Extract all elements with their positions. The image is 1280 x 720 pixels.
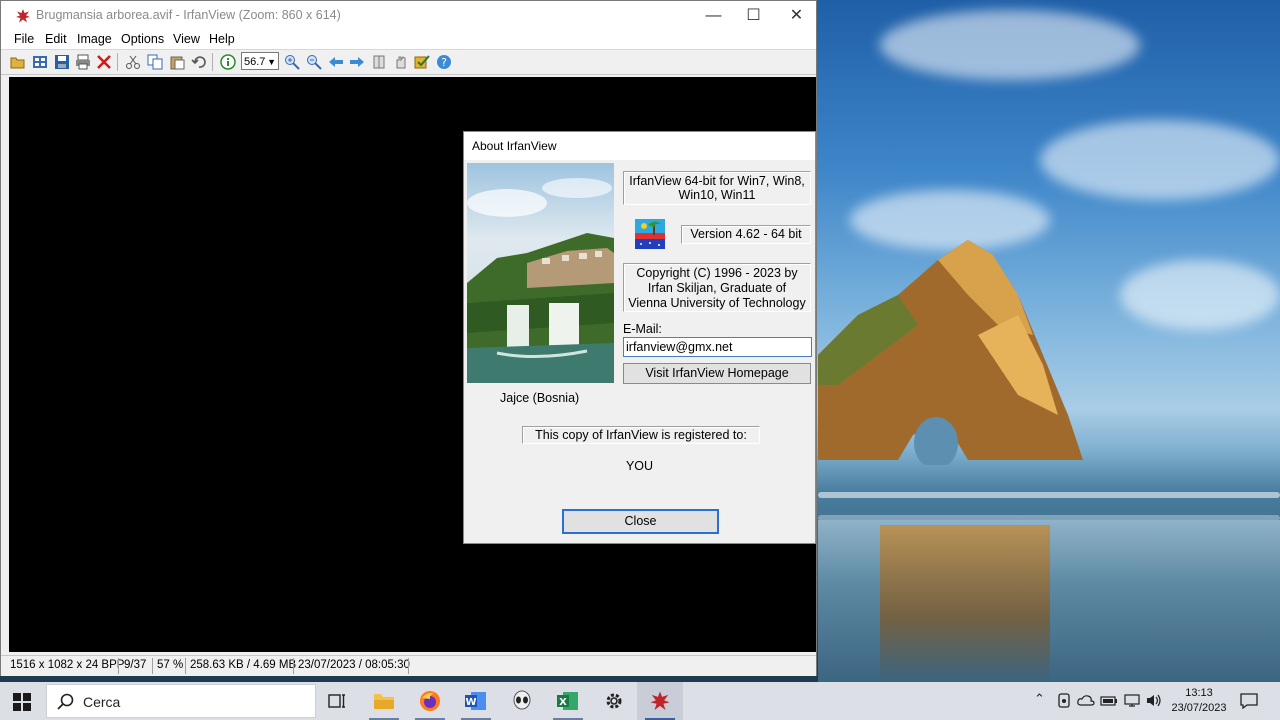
svg-text:?: ? (441, 56, 447, 69)
next-icon[interactable] (349, 54, 365, 70)
version-box: Version 4.62 - 64 bit (681, 225, 811, 244)
menu-edit[interactable]: Edit (45, 32, 67, 46)
delete-icon[interactable] (96, 54, 112, 70)
print-icon[interactable] (75, 54, 91, 70)
jajce-photo-image (467, 163, 614, 383)
photo-caption: Jajce (Bosnia) (500, 391, 580, 405)
task-view-button[interactable] (314, 682, 360, 720)
registered-label: This copy of IrfanView is registered to: (535, 428, 747, 442)
cut-icon[interactable] (125, 54, 141, 70)
excel-button[interactable]: X (545, 682, 591, 720)
file-explorer-button[interactable] (361, 682, 407, 720)
menu-options[interactable]: Options (121, 32, 164, 46)
product-line-2: Win10, Win11 (678, 188, 756, 202)
firefox-icon (420, 691, 440, 711)
menu-file[interactable]: File (14, 32, 34, 46)
open-folder-icon[interactable] (10, 54, 26, 70)
settings-icon (606, 693, 622, 709)
info-icon[interactable] (220, 54, 236, 70)
irfanview-icon (650, 691, 670, 710)
settings-button[interactable] (591, 682, 637, 720)
copyright-box: Copyright (C) 1996 - 2023 by Irfan Skilj… (623, 263, 811, 312)
status-zoom: 57 % (157, 659, 184, 671)
thumbnails-icon[interactable] (32, 54, 48, 70)
minimize-button[interactable]: — (691, 1, 736, 30)
notifications-icon[interactable] (1240, 693, 1258, 709)
irfanview-logo-icon (635, 219, 665, 249)
status-date: 23/07/2023 / 08:05:30 (298, 659, 410, 671)
status-filesize: 258.63 KB / 4.69 MB (190, 659, 297, 671)
zoom-dropdown[interactable]: 56.7 ▼ (241, 52, 279, 70)
svg-text:X: X (559, 697, 567, 708)
dialog-title-bar[interactable]: About IrfanView (464, 132, 815, 160)
zoom-value: 56.7 (244, 56, 266, 68)
about-dialog: About IrfanView Jajce (Bosnia) IrfanView… (463, 131, 816, 544)
task-view-icon (328, 694, 345, 708)
help-icon[interactable]: ? (436, 54, 452, 70)
device-icon[interactable] (1057, 693, 1071, 708)
clock-date: 23/07/2023 (1171, 702, 1227, 714)
copyright-line-2: Irfan Skiljan, Graduate of (647, 281, 787, 295)
word-button[interactable]: W (453, 682, 499, 720)
svg-text:W: W (465, 697, 476, 708)
copy-icon[interactable] (147, 54, 163, 70)
version-text: Version 4.62 - 64 bit (690, 227, 802, 241)
rock-arch-image (818, 240, 1083, 465)
search-box[interactable]: Cerca (46, 684, 316, 718)
title-bar[interactable]: Brugmansia arborea.avif - IrfanView (Zoo… (1, 1, 816, 30)
zoom-in-icon[interactable] (284, 54, 300, 70)
hand-icon[interactable] (393, 54, 409, 70)
windows-start-icon[interactable] (13, 693, 31, 711)
status-bar: 1516 x 1082 x 24 BPP 9/37 57 % 258.63 KB… (1, 655, 816, 676)
registered-to: YOU (625, 459, 654, 473)
copyright-line-3: Vienna University of Technology (628, 296, 806, 310)
close-window-button[interactable]: ✕ (774, 1, 819, 30)
irfanview-app-icon[interactable] (15, 8, 31, 24)
visit-homepage-button[interactable]: Visit IrfanView Homepage (623, 363, 811, 384)
status-index: 9/37 (124, 659, 147, 671)
window-title: Brugmansia arborea.avif - IrfanView (Zoo… (36, 8, 341, 22)
toolbar: 56.7 ▼ ? (1, 49, 816, 75)
chevron-down-icon: ▼ (267, 57, 276, 67)
maximize-button[interactable]: ☐ (731, 1, 776, 30)
menu-bar: File Edit Image Options View Help (1, 30, 816, 49)
properties-icon[interactable] (414, 54, 430, 70)
battery-icon[interactable] (1100, 693, 1118, 708)
paste-icon[interactable] (169, 54, 185, 70)
chevron-up-icon[interactable]: ⌃ (1034, 691, 1045, 707)
firefox-button[interactable] (407, 682, 453, 720)
page-icon[interactable] (371, 54, 387, 70)
word-icon: W (465, 692, 486, 710)
save-icon[interactable] (54, 54, 70, 70)
alien-app-icon (513, 690, 531, 710)
email-label: E-Mail: (623, 322, 662, 336)
registration-box: This copy of IrfanView is registered to: (522, 426, 760, 444)
status-dimensions: 1516 x 1082 x 24 BPP (10, 659, 125, 671)
zoom-out-icon[interactable] (306, 54, 322, 70)
menu-image[interactable]: Image (77, 32, 112, 46)
excel-icon: X (557, 692, 578, 710)
network-icon[interactable] (1123, 693, 1141, 708)
menu-view[interactable]: View (173, 32, 200, 46)
undo-icon[interactable] (191, 54, 207, 70)
volume-icon[interactable] (1145, 693, 1163, 708)
product-line-1: IrfanView 64-bit for Win7, Win8, (629, 174, 805, 188)
copyright-line-1: Copyright (C) 1996 - 2023 by (636, 266, 798, 280)
close-button[interactable]: Close (562, 509, 719, 534)
search-placeholder: Cerca (83, 694, 121, 710)
clock-time: 13:13 (1185, 687, 1213, 699)
file-explorer-icon (374, 694, 394, 709)
alien-app-button[interactable] (499, 682, 545, 720)
system-clock[interactable]: 13:13 23/07/2023 (1168, 686, 1230, 716)
menu-help[interactable]: Help (209, 32, 235, 46)
search-icon (57, 693, 74, 710)
dialog-title: About IrfanView (472, 139, 557, 153)
irfanview-taskbar-button[interactable] (637, 682, 683, 720)
previous-icon[interactable] (328, 54, 344, 70)
email-field[interactable] (623, 337, 812, 357)
product-info-box: IrfanView 64-bit for Win7, Win8, Win10, … (623, 171, 811, 205)
taskbar: Cerca W X ⌃ 13:13 23/07/2023 (0, 682, 1280, 720)
onedrive-icon[interactable] (1077, 693, 1095, 708)
